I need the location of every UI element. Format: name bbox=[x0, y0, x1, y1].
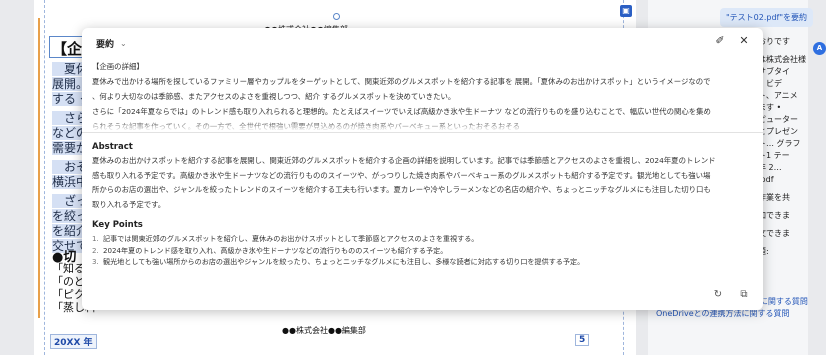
key-point-item: 2. 2024年夏のトレンド感を取り入れ、高級かき氷や生ドーナツなどの流行りものの… bbox=[92, 245, 756, 257]
bookmark-icon[interactable]: ▣ bbox=[620, 5, 632, 17]
assistant-response-line: おりです bbox=[758, 37, 790, 46]
assistant-response-line: ピューター bbox=[758, 115, 798, 124]
assistant-response-line: 加できま bbox=[758, 211, 790, 220]
key-point-number: 1. bbox=[92, 234, 99, 243]
assistant-response-line: 文できま bbox=[758, 229, 790, 238]
abstract-line: 夏休みのお出かけスポットを紹介する記事を展開し、関東近郊のグルメスポットを紹介す… bbox=[92, 156, 716, 165]
assistant-response-line: .pdf bbox=[758, 175, 774, 184]
chevron-down-icon[interactable]: ⌄ bbox=[120, 39, 127, 48]
assistant-response-line: とプレゼン bbox=[758, 127, 798, 136]
assistant-response-line: 年 2… bbox=[758, 163, 782, 172]
excerpt-line: 、何より大切なのは季節感、またアクセスのよさを重視しつつ、紹介 するグルメスポッ… bbox=[92, 92, 456, 101]
abstract-line: 感も取り入れる予定です。高級かき氷や生ドーナツなどの流行りもののスイーツや、がっ… bbox=[92, 170, 711, 180]
year-label: 20XX 年 bbox=[50, 334, 97, 349]
excerpt-line: 夏休みで出かける場所を探しているファミリー層やカップルをターゲットとして、関東近… bbox=[92, 77, 711, 86]
abstract-title: Abstract bbox=[92, 142, 133, 152]
abstract-line: 取り入れる予定です。 bbox=[92, 199, 166, 209]
assistant-response-line: ます • bbox=[758, 103, 782, 112]
excerpt-line: さらに「2024年夏ならでは」のトレンド感も取り入れられると理想的。たとえばスイ… bbox=[92, 107, 711, 116]
assistant-response-line: は株式会社様 bbox=[758, 55, 806, 64]
key-point-item: 3. 観光地としても強い場所からのお店の選出やジャンルを絞ったり、ちょっとニッチな… bbox=[92, 256, 756, 268]
assistant-response-line: 、ビデ bbox=[758, 79, 782, 88]
copy-icon[interactable]: ⧉ bbox=[737, 288, 751, 302]
popup-title: 要約 bbox=[96, 40, 115, 50]
key-point-item: 1. 記事では関東近郊のグルメスポットを紹介し、夏休みのお出かけスポットとして季節… bbox=[92, 233, 756, 245]
key-points-title: Key Points bbox=[92, 220, 143, 230]
abstract-body: 夏休みのお出かけスポットを紹介する記事を展開し、関東近郊のグルメスポットを紹介す… bbox=[92, 154, 756, 212]
page-number: 5 bbox=[575, 334, 590, 346]
assistant-response-text: おりですは株式会社様 サブタイ、ビデト、アニメます • ピューターとプレゼント… グ… bbox=[758, 36, 808, 258]
assistant-response-line: 作業を共 bbox=[758, 193, 790, 202]
source-excerpt: 【企画の詳細】夏休みで出かける場所を探しているファミリー層やカップルをターゲット… bbox=[92, 59, 752, 131]
assistant-response-line: 題: bbox=[758, 247, 769, 256]
assistant-response-line: ト、アニメ bbox=[758, 91, 798, 100]
key-point-text: 2024年夏のトレンド感を取り入れ、高級かき氷や生ドーナツなどの流行りもののスイ… bbox=[103, 245, 448, 255]
assistant-response-line: ト… グラフ bbox=[758, 139, 801, 148]
document-accent-rule bbox=[38, 18, 40, 318]
assistant-response-line: サブタイ bbox=[758, 67, 790, 76]
key-point-number: 3. bbox=[92, 257, 99, 266]
key-point-number: 2. bbox=[92, 245, 99, 255]
abstract-line: 所からのお店の選出や、ジャンルを絞ったトレンドのスイーツを紹介する工夫も行います… bbox=[92, 185, 711, 194]
key-point-text: 観光地としても強い場所からのお店の選出やジャンルを絞ったり、ちょっとニッチなグル… bbox=[103, 257, 585, 266]
pin-icon[interactable]: ✐ bbox=[713, 34, 727, 48]
selection-handle[interactable] bbox=[333, 13, 340, 20]
document-footer: ●●株式会社●●編集部 bbox=[282, 326, 366, 335]
summary-popup: 要約 ⌄ ✐ ✕ 【企画の詳細】夏休みで出かける場所を探しているファミリー層やカ… bbox=[82, 28, 763, 310]
key-points-list: 1. 記事では関東近郊のグルメスポットを紹介し、夏休みのお出かけスポットとして季節… bbox=[92, 233, 756, 268]
popup-header[interactable]: 要約 ⌄ bbox=[96, 37, 127, 50]
refresh-icon[interactable]: ↻ bbox=[711, 288, 725, 302]
assistant-response-line: ト1 テー bbox=[758, 151, 790, 160]
summarize-file-chip[interactable]: "テスト02.pdf"を要約 bbox=[720, 8, 814, 27]
excerpt-fade bbox=[92, 121, 752, 131]
ai-assistant-icon[interactable]: A bbox=[813, 42, 826, 55]
divider bbox=[82, 132, 763, 133]
excerpt-line: 【企画の詳細】 bbox=[92, 62, 144, 71]
close-icon[interactable]: ✕ bbox=[737, 34, 751, 48]
key-point-text: 記事では関東近郊のグルメスポットを紹介し、夏休みのお出かけスポットとして季節感と… bbox=[103, 234, 479, 243]
